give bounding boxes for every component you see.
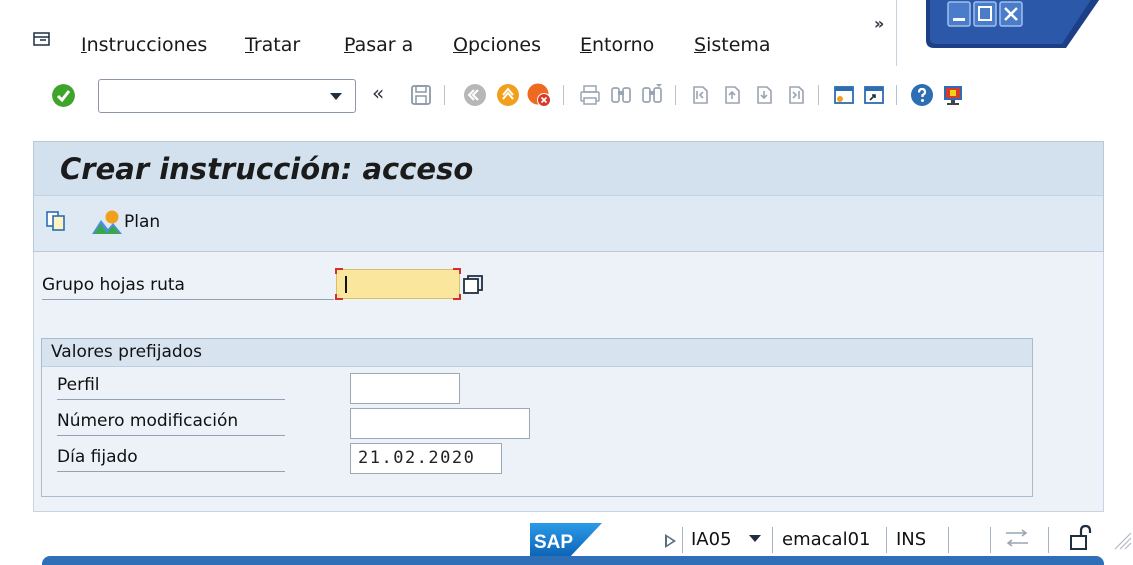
standard-toolbar: « xyxy=(0,70,1133,126)
first-page-icon[interactable] xyxy=(688,83,712,107)
back-label: « xyxy=(372,81,385,105)
change-number-label: Número modificación xyxy=(57,408,285,436)
toolbar-divider xyxy=(444,85,445,105)
svg-text:SAP: SAP xyxy=(534,532,573,553)
customize-layout-icon[interactable] xyxy=(941,83,965,107)
toolbar-divider xyxy=(675,85,676,105)
search-help-icon[interactable] xyxy=(462,274,484,296)
print-icon[interactable] xyxy=(578,83,602,107)
focus-corner xyxy=(453,294,461,300)
defaults-group-header: Valores prefijados xyxy=(42,339,1032,367)
more-menus-button[interactable]: » xyxy=(874,14,884,33)
menu-entorno[interactable]: Entorno xyxy=(580,34,654,56)
main-content: Grupo hojas ruta Valores prefijados Perf… xyxy=(33,252,1104,512)
last-page-icon[interactable] xyxy=(784,83,808,107)
toolbar-divider xyxy=(818,85,819,105)
menu-divider xyxy=(896,0,897,66)
connection-icon[interactable] xyxy=(1004,527,1030,549)
maximize-icon[interactable] xyxy=(973,1,997,27)
group-label: Grupo hojas ruta xyxy=(42,274,334,300)
previous-page-icon[interactable] xyxy=(720,83,744,107)
menu-icon[interactable] xyxy=(33,32,50,46)
window-controls xyxy=(926,0,1100,48)
menu-bar: Instrucciones Tratar Pasar a Opciones En… xyxy=(0,0,1133,66)
status-divider xyxy=(772,527,773,553)
page-title: Crear instrucción: acceso xyxy=(60,152,474,186)
input-mode[interactable]: INS xyxy=(896,529,926,550)
sap-logo: SAP xyxy=(530,523,602,559)
change-number-input[interactable] xyxy=(350,408,530,439)
status-divider xyxy=(990,527,991,553)
menu-opciones[interactable]: Opciones xyxy=(453,34,541,56)
key-date-input[interactable]: 21.02.2020 xyxy=(350,443,502,474)
transaction-code: IA05 xyxy=(691,529,732,550)
next-page-icon[interactable] xyxy=(752,83,776,107)
minimize-icon[interactable] xyxy=(947,1,971,27)
save-icon[interactable] xyxy=(409,83,433,107)
user-name: emacal01 xyxy=(782,529,871,550)
focus-corner xyxy=(335,268,343,274)
chevron-down-icon[interactable] xyxy=(749,535,761,542)
focus-corner xyxy=(335,294,343,300)
new-session-icon[interactable] xyxy=(832,83,856,107)
text-cursor xyxy=(345,276,347,293)
find-icon[interactable] xyxy=(609,83,633,107)
status-divider xyxy=(682,527,683,553)
toolbar-divider xyxy=(563,85,564,105)
find-next-icon[interactable] xyxy=(640,83,664,107)
menu-pasar-a[interactable]: Pasar a xyxy=(344,34,413,56)
cancel-icon[interactable] xyxy=(527,83,551,107)
group-input[interactable] xyxy=(335,268,461,300)
menu-tratar[interactable]: Tratar xyxy=(245,34,300,56)
plan-button[interactable]: Plan xyxy=(90,208,160,236)
back-icon[interactable] xyxy=(463,83,487,107)
status-divider xyxy=(1048,527,1049,553)
defaults-group-box: Valores prefijados Perfil Número modific… xyxy=(41,338,1033,497)
lock-icon[interactable] xyxy=(1068,523,1092,551)
chevron-down-icon[interactable] xyxy=(330,93,342,100)
expand-status-icon[interactable] xyxy=(665,534,676,548)
application-toolbar: Plan xyxy=(33,195,1104,252)
key-date-label: Día fijado xyxy=(57,444,285,472)
command-field[interactable] xyxy=(98,79,356,113)
defaults-group-title: Valores prefijados xyxy=(51,342,202,362)
focus-corner xyxy=(453,268,461,274)
plan-button-label: Plan xyxy=(124,212,161,232)
resize-grip-icon[interactable] xyxy=(1110,528,1132,550)
help-icon[interactable] xyxy=(910,83,934,107)
title-bar: Crear instrucción: acceso xyxy=(33,141,1104,195)
shortcut-icon[interactable] xyxy=(862,83,886,107)
menu-sistema[interactable]: Sistema xyxy=(694,34,771,56)
status-divider xyxy=(948,527,949,553)
profile-label: Perfil xyxy=(57,372,285,400)
plan-icon xyxy=(92,210,122,234)
copy-icon[interactable] xyxy=(45,210,67,232)
status-divider xyxy=(886,527,887,553)
checkmark-icon[interactable] xyxy=(52,84,75,107)
profile-input[interactable] xyxy=(350,373,460,404)
close-icon[interactable] xyxy=(999,1,1023,27)
bottom-accent-strip xyxy=(42,556,1104,565)
menu-instrucciones[interactable]: Instrucciones xyxy=(81,34,207,56)
toolbar-divider xyxy=(896,85,897,105)
exit-icon[interactable] xyxy=(496,83,520,107)
